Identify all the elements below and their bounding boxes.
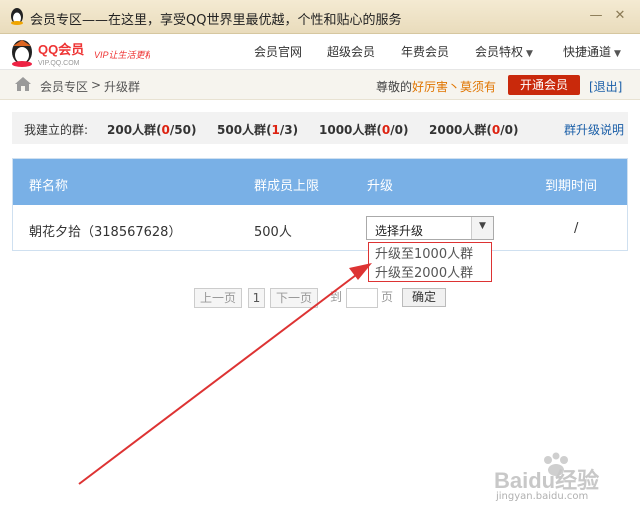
upgrade-option-2000[interactable]: 升级至2000人群 [375,262,473,281]
col-member-limit: 群成员上限 [254,179,320,194]
chevron-down-icon: ▼ [479,221,486,231]
col-upgrade: 升级 [367,179,394,194]
breadcrumb-bar: 会员专区 > 升级群 尊敬的好厉害丶莫须有 开通会员 [退出] [0,70,640,100]
expiry-cell: / [574,221,579,236]
site-header: QQ会员 VIP.QQ.COM VIP让生活更精彩 会员官网 超级会员 年费会员… [0,34,640,70]
breadcrumb-separator: > [91,78,102,92]
qq-vip-logo[interactable]: QQ会员 VIP.QQ.COM VIP让生活更精彩 [10,38,165,68]
stat-500-group: 500人群(1/3) [217,123,299,137]
goto-label: 到 [330,290,343,304]
prev-page-button[interactable]: 上一页 [194,288,242,308]
upgrade-help-link[interactable]: 群升级说明 [564,121,624,138]
open-vip-button[interactable]: 开通会员 [508,75,580,95]
watermark-url: jingyan.baidu.com [496,491,589,502]
nav-quick-access[interactable]: 快捷通道 ▼ [563,43,621,60]
member-limit-cell: 500人 [254,225,292,240]
chevron-down-icon: ▼ [526,49,533,59]
nav-annual-vip[interactable]: 年费会员 [401,43,449,60]
home-icon[interactable] [14,76,32,92]
breadcrumb-current: 升级群 [104,80,141,94]
user-greeting: 尊敬的好厉害丶莫须有 [376,78,496,95]
svg-text:VIP让生活更精彩: VIP让生活更精彩 [94,50,150,60]
stats-label: 我建立的群: [24,123,89,137]
minimize-button[interactable]: — [588,8,604,24]
current-page-number[interactable]: 1 [248,288,265,308]
upgrade-options-list: 升级至1000人群 升级至2000人群 [368,242,492,282]
page-number-input[interactable] [346,288,378,308]
nav-official-site[interactable]: 会员官网 [254,43,302,60]
upgrade-select[interactable]: 选择升级 ▼ [366,216,494,240]
nav-super-vip[interactable]: 超级会员 [327,43,375,60]
qq-vip-logo-graphic: QQ会员 VIP.QQ.COM VIP让生活更精彩 [12,40,165,67]
username-link[interactable]: 好厉害丶莫须有 [412,80,496,94]
breadcrumb-home[interactable]: 会员专区 [40,78,88,95]
group-name-cell: 朝花夕拾（318567628） [29,225,182,240]
chevron-down-icon: ▼ [614,49,621,59]
col-expiry: 到期时间 [545,179,598,194]
nav-vip-privileges[interactable]: 会员特权 ▼ [475,43,533,60]
svg-text:QQ会员: QQ会员 [38,42,84,57]
window-titlebar: 会员专区——在这里，享受QQ世界里最优越，个性和贴心的服务 — ✕ [0,0,640,34]
stat-1000-group: 1000人群(0/0) [319,123,409,137]
greeting-text: 尊敬的 [376,80,413,94]
table-header: 群名称 群成员上限 升级 到期时间 [13,159,627,205]
qq-penguin-icon [11,8,23,25]
col-group-name: 群名称 [29,179,69,194]
upgrade-option-1000[interactable]: 升级至1000人群 [375,243,473,262]
svg-text:VIP.QQ.COM: VIP.QQ.COM [38,60,80,67]
upgrade-select-value: 选择升级 [375,224,424,238]
group-table: 群名称 群成员上限 升级 到期时间 朝花夕拾（318567628） 500人 / [12,158,628,251]
logout-link[interactable]: [退出] [589,78,622,95]
page-unit-label: 页 [381,290,394,304]
next-page-button[interactable]: 下一页 [270,288,318,308]
group-stats-bar: 我建立的群: 200人群(0/50) 500人群(1/3) 1000人群(0/0… [12,112,628,144]
confirm-page-button[interactable]: 确定 [402,288,446,307]
dropdown-arrow-button[interactable]: ▼ [471,217,493,239]
window-title: 会员专区——在这里，享受QQ世界里最优越，个性和贴心的服务 [30,13,402,28]
stat-2000-group: 2000人群(0/0) [429,123,519,137]
stat-200-group: 200人群(0/50) [107,123,197,137]
close-button[interactable]: ✕ [612,8,628,24]
svg-text:Baidu经验: Baidu经验 [494,468,599,493]
